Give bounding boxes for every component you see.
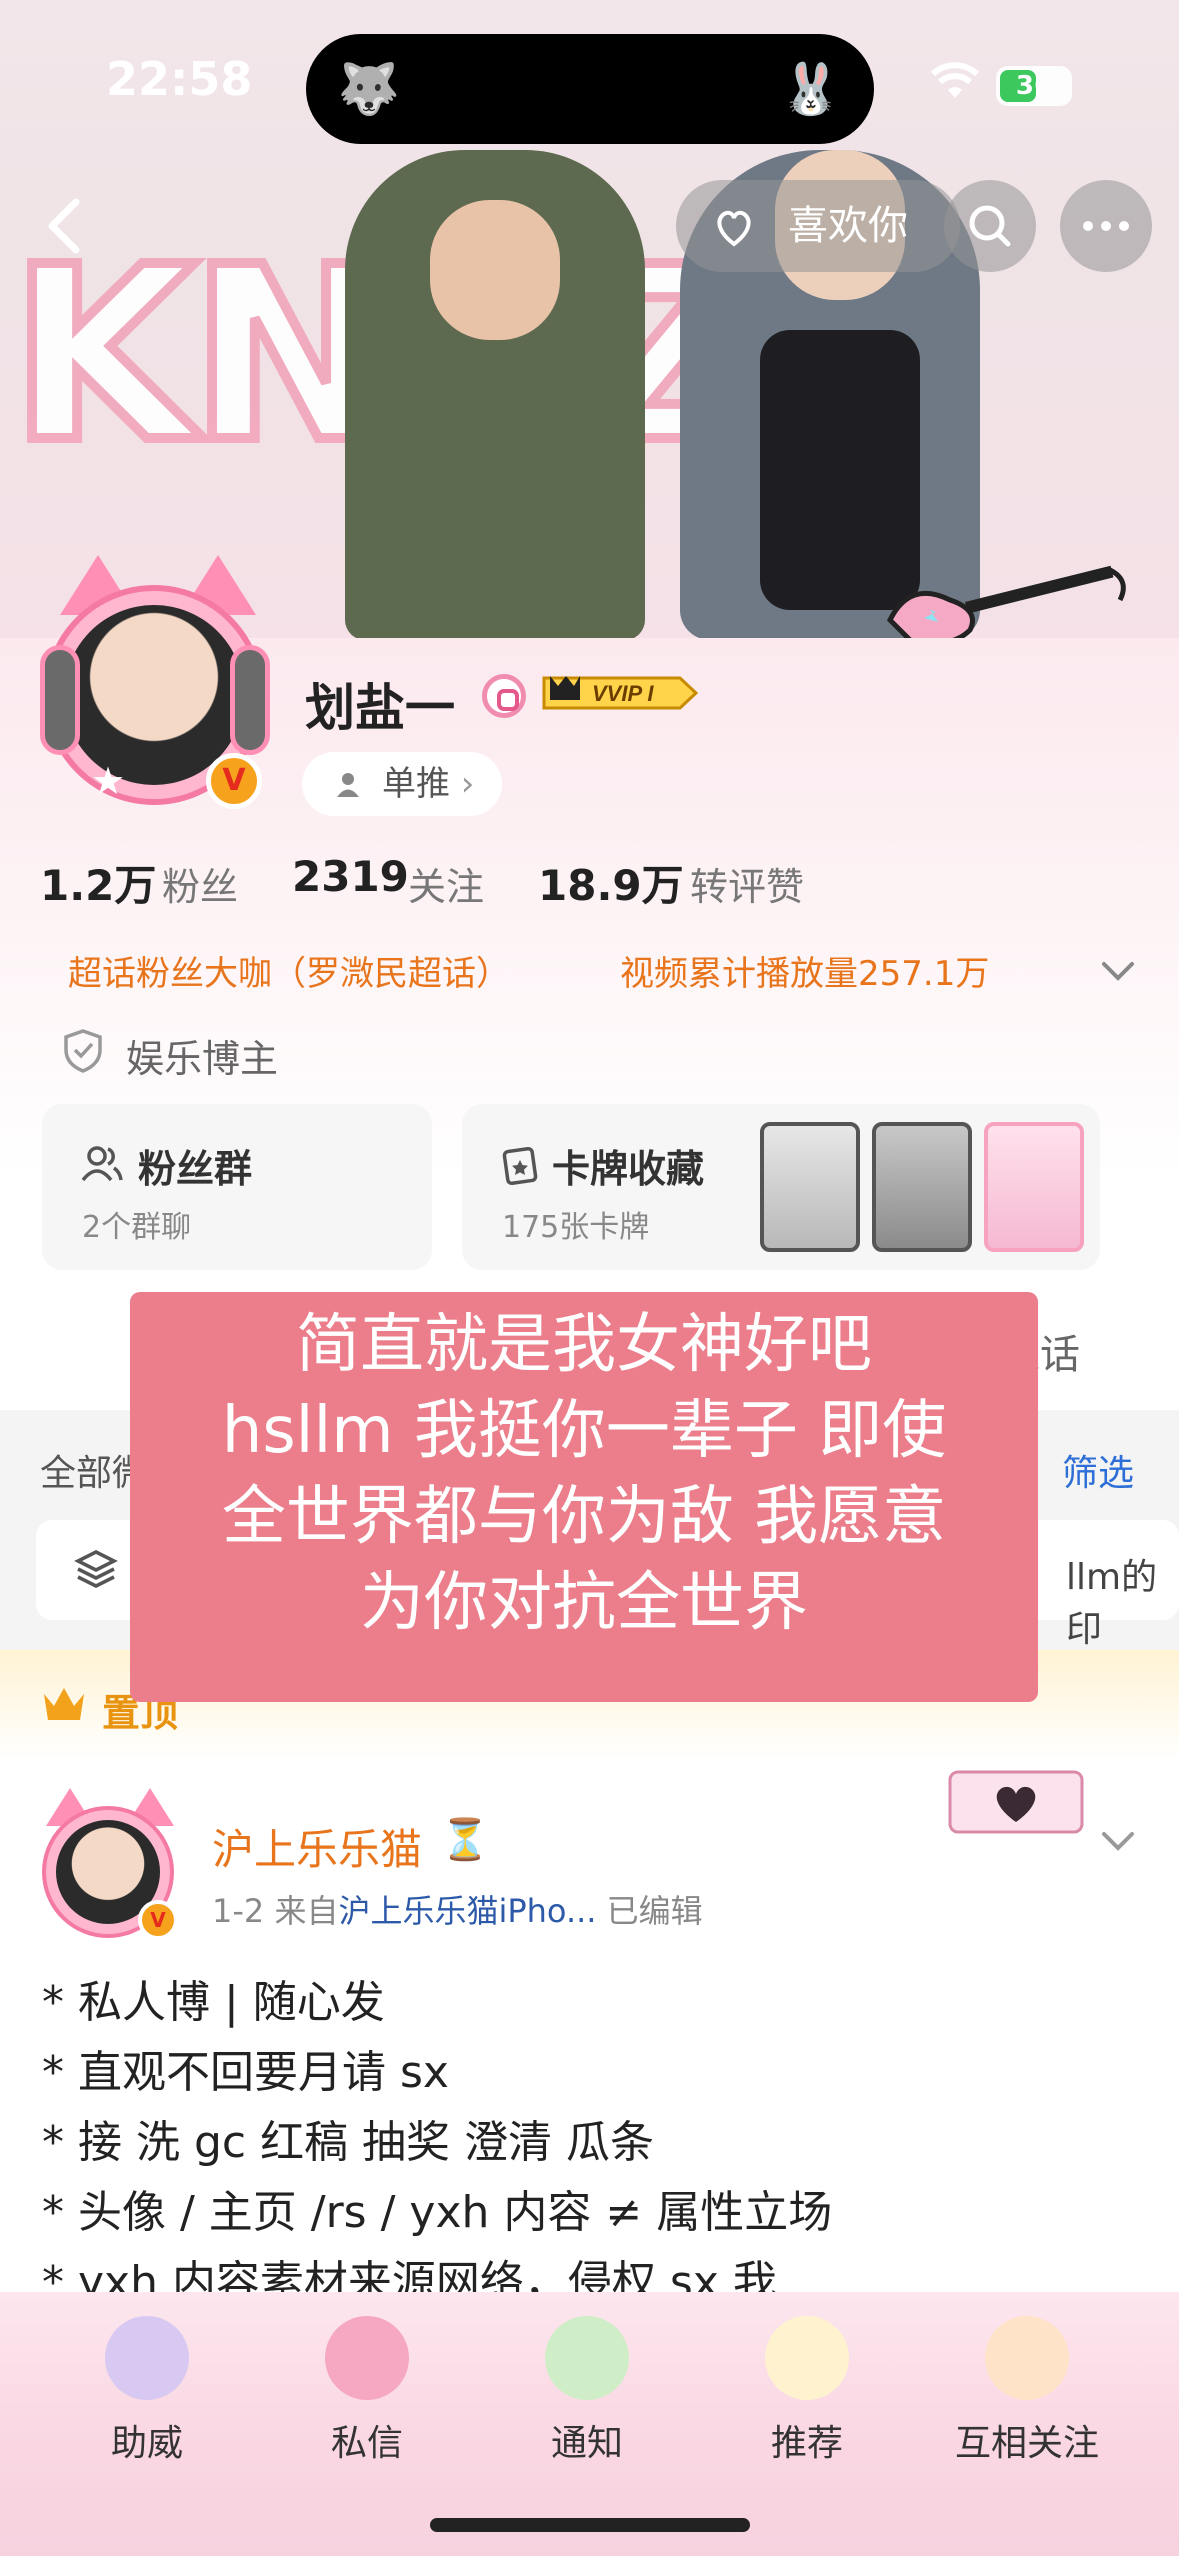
dynamic-island: 🐺 🐰: [306, 34, 874, 144]
card-icon: [502, 1146, 538, 1186]
interactions-count[interactable]: 18.9万: [538, 852, 684, 913]
caption-line: 简直就是我女神好吧: [296, 1308, 872, 1382]
gender-female-icon: [482, 674, 526, 718]
single-stan-tag[interactable]: 单推 ›: [302, 752, 502, 816]
caption-overlay: 简直就是我女神好吧 hsllm 我挺你一辈子 即使 全世界都与你为敌 我愿意 为…: [130, 1292, 1038, 1702]
more-button[interactable]: [1060, 180, 1152, 272]
profile-avatar[interactable]: ★ V: [30, 555, 275, 809]
fans-count[interactable]: 1.2万: [40, 852, 156, 913]
banner-photo-left-person: [345, 150, 645, 640]
post-author-name[interactable]: 沪上乐乐猫: [212, 1816, 422, 1877]
verified-badge-icon: V: [206, 753, 262, 809]
card-thumb-1[interactable]: [760, 1122, 860, 1252]
post-text-line: * 接 洗 gc 红稿 抽奖 澄清 瓜条: [42, 2117, 655, 2168]
post-author-avatar[interactable]: V: [34, 1788, 184, 1940]
more-dots-icon: [1083, 221, 1129, 231]
paw-icon: [985, 2316, 1069, 2400]
chevron-down-icon[interactable]: [1096, 948, 1140, 992]
fans-group-sub: 2个群聊: [82, 1210, 192, 1245]
verified-badge-icon: V: [138, 1900, 178, 1940]
shield-icon: [64, 1029, 102, 1073]
recommend-button[interactable]: 推荐: [722, 2316, 892, 2466]
caption-line: 为你对抗全世界: [360, 1566, 808, 1640]
wifi-icon: [930, 62, 980, 98]
post-text-line: * 头像 / 主页 /rs / yxh 内容 ≠ 属性立场: [42, 2187, 833, 2238]
hourglass-icon: ⏳: [440, 1817, 490, 1863]
messages-label: 私信: [330, 2423, 403, 2464]
fans-group-tile[interactable]: 粉丝群 2个群聊: [42, 1104, 432, 1270]
search-button[interactable]: [944, 180, 1036, 272]
interactions-label: 转评赞: [690, 865, 805, 909]
following-count[interactable]: 2319: [292, 852, 409, 901]
microphone-icon: [105, 2316, 189, 2400]
fans-label: 粉丝: [162, 865, 239, 909]
mutual-follow-button[interactable]: 互相关注: [942, 2316, 1112, 2466]
post-text-line: * 直观不回要月请 sx: [42, 2047, 449, 2098]
tag-label: 单推: [382, 764, 450, 804]
card-collection-sub: 175张卡牌: [502, 1210, 650, 1245]
notifications-label: 通知: [550, 2423, 623, 2464]
like-you-button[interactable]: 喜欢你: [676, 180, 960, 272]
caption-line: 全世界都与你为敌 我愿意: [221, 1480, 947, 1554]
game-console-icon: [545, 2316, 629, 2400]
notifications-button[interactable]: 通知: [502, 2316, 672, 2466]
honor-supertopic[interactable]: 超话粉丝大咖（罗溦民超话）: [68, 946, 510, 995]
like-you-label: 喜欢你: [788, 203, 908, 249]
group-icon: [81, 1146, 123, 1182]
card-thumb-3[interactable]: [984, 1122, 1084, 1252]
peach-heart-icon: [717, 210, 751, 247]
wolf-icon: 🐺: [337, 60, 401, 118]
vvip-badge[interactable]: VVIP I: [540, 668, 700, 718]
post-from-prefix: 来自: [274, 1892, 339, 1930]
honor-video-plays[interactable]: 视频累计播放量257.1万: [620, 946, 989, 995]
layers-icon[interactable]: [74, 1546, 118, 1590]
star-icon: ★: [90, 759, 126, 803]
back-arrow-icon[interactable]: [36, 196, 96, 256]
card-collection-title: 卡牌收藏: [552, 1147, 705, 1191]
profile-name: 划盐一: [305, 679, 455, 737]
post-date: 1-2: [212, 1892, 265, 1930]
messages-button[interactable]: 私信: [282, 2316, 452, 2466]
home-indicator[interactable]: [430, 2518, 750, 2532]
cheer-button[interactable]: 助威: [62, 2316, 232, 2466]
post-source[interactable]: 沪上乐乐猫iPho...: [338, 1892, 596, 1930]
guitar-sticker-icon: [886, 565, 1126, 646]
post-text-line: * 私人博 | 随心发: [42, 1977, 385, 2028]
following-label: 关注: [408, 865, 485, 909]
battery-level: 36: [1015, 71, 1053, 101]
bunny-icon: [765, 2316, 849, 2400]
crown-icon: [44, 1688, 84, 1720]
mutual-follow-label: 互相关注: [954, 2423, 1099, 2464]
post-meta: 1-2 来自沪上乐乐猫iPho... 已编辑: [212, 1886, 703, 1932]
rabbit-icon: 🐰: [779, 60, 843, 118]
certification-text: 娱乐博主: [126, 1037, 279, 1081]
vvip-label: VVIP I: [592, 681, 654, 706]
filter-button[interactable]: 筛选: [1062, 1444, 1134, 1496]
battery-icon: 36: [996, 66, 1072, 106]
cheer-label: 助威: [110, 2423, 183, 2464]
heart-wings-icon: [325, 2316, 409, 2400]
fans-group-title: 粉丝群: [138, 1147, 253, 1191]
person-icon: [337, 773, 359, 797]
heart-wings-sticker-icon: [948, 1770, 1084, 1834]
filter-chip-text[interactable]: llm的印: [1066, 1548, 1179, 1652]
post-menu-chevron-icon[interactable]: [1096, 1818, 1140, 1862]
post-edited: 已编辑: [606, 1892, 703, 1930]
recommend-label: 推荐: [770, 2423, 843, 2464]
search-icon: [969, 205, 1011, 247]
caption-line: hsllm 我挺你一辈子 即使: [221, 1394, 947, 1468]
card-thumb-2[interactable]: [872, 1122, 972, 1252]
status-time: 22:58: [106, 52, 253, 106]
